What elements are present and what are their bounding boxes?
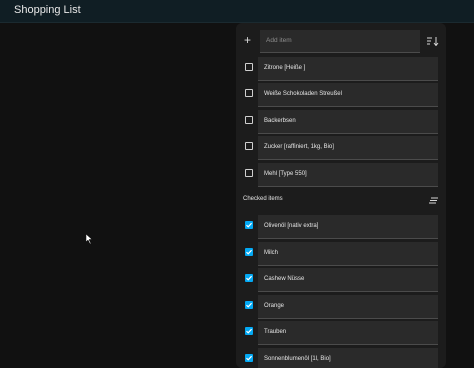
checked-list-item[interactable]: Cashew Nüsse (236, 268, 446, 292)
checked-list-item[interactable]: Milch (236, 242, 446, 266)
checked-checkbox[interactable] (245, 221, 253, 229)
checked-list-item[interactable]: Olivenöl [nativ extra] (236, 215, 446, 239)
list-item[interactable]: Mehl [Type 550] (236, 163, 446, 187)
item-label[interactable]: Trauben (264, 329, 286, 335)
add-item-placeholder[interactable]: Add item (266, 37, 292, 44)
list-item[interactable]: Backerbsen (236, 110, 446, 134)
sort-icon[interactable] (427, 36, 439, 46)
item-checkbox[interactable] (245, 116, 253, 124)
checked-checkbox[interactable] (245, 248, 253, 256)
mouse-cursor-icon (86, 234, 93, 244)
item-checkbox[interactable] (245, 169, 253, 177)
shopping-list-card: + Add item Zitrone [Heiße ] Weiße Schoko… (236, 23, 446, 368)
item-field[interactable]: Weiße Schokoladen Streußel (258, 83, 438, 107)
list-item[interactable]: Weiße Schokoladen Streußel (236, 83, 446, 107)
add-item-field[interactable]: Add item (260, 30, 420, 53)
item-label[interactable]: Weiße Schokoladen Streußel (264, 91, 342, 97)
item-checkbox[interactable] (245, 89, 253, 97)
item-field[interactable]: Zucker [raffiniert, 1kg, Bio] (258, 136, 438, 160)
checked-checkbox[interactable] (245, 301, 253, 309)
item-field[interactable]: Backerbsen (258, 110, 438, 134)
item-field[interactable]: Cashew Nüsse (258, 268, 438, 292)
list-item[interactable]: Zitrone [Heiße ] (236, 57, 446, 81)
item-field[interactable]: Milch (258, 242, 438, 266)
item-label[interactable]: Zitrone [Heiße ] (264, 65, 305, 71)
checked-list-item[interactable]: Orange (236, 295, 446, 319)
item-field[interactable]: Trauben (258, 321, 438, 345)
item-field[interactable]: Sonnenblumenöl [1l, Bio] (258, 348, 438, 368)
item-field[interactable]: Mehl [Type 550] (258, 163, 438, 187)
item-label[interactable]: Olivenöl [nativ extra] (264, 223, 318, 229)
item-label[interactable]: Zucker [raffiniert, 1kg, Bio] (264, 144, 334, 150)
item-label[interactable]: Milch (264, 250, 278, 256)
checked-list-item[interactable]: Trauben (236, 321, 446, 345)
item-label[interactable]: Sonnenblumenöl [1l, Bio] (264, 356, 331, 362)
item-label[interactable]: Mehl [Type 550] (264, 171, 307, 177)
checked-checkbox[interactable] (245, 354, 253, 362)
clear-checked-icon[interactable] (429, 197, 438, 204)
plus-icon[interactable]: + (244, 33, 251, 47)
item-field[interactable]: Olivenöl [nativ extra] (258, 215, 438, 239)
item-field[interactable]: Orange (258, 295, 438, 319)
checked-checkbox[interactable] (245, 274, 253, 282)
item-field[interactable]: Zitrone [Heiße ] (258, 57, 438, 81)
item-checkbox[interactable] (245, 63, 253, 71)
item-label[interactable]: Cashew Nüsse (264, 276, 304, 282)
item-label[interactable]: Orange (264, 303, 284, 309)
top-bar: Shopping List (0, 0, 474, 23)
item-checkbox[interactable] (245, 142, 253, 150)
page-title: Shopping List (14, 4, 81, 16)
checked-checkbox[interactable] (245, 327, 253, 335)
checked-items-heading: Checked items (243, 196, 283, 202)
checked-list-item[interactable]: Sonnenblumenöl [1l, Bio] (236, 348, 446, 368)
item-label[interactable]: Backerbsen (264, 118, 296, 124)
list-item[interactable]: Zucker [raffiniert, 1kg, Bio] (236, 136, 446, 160)
